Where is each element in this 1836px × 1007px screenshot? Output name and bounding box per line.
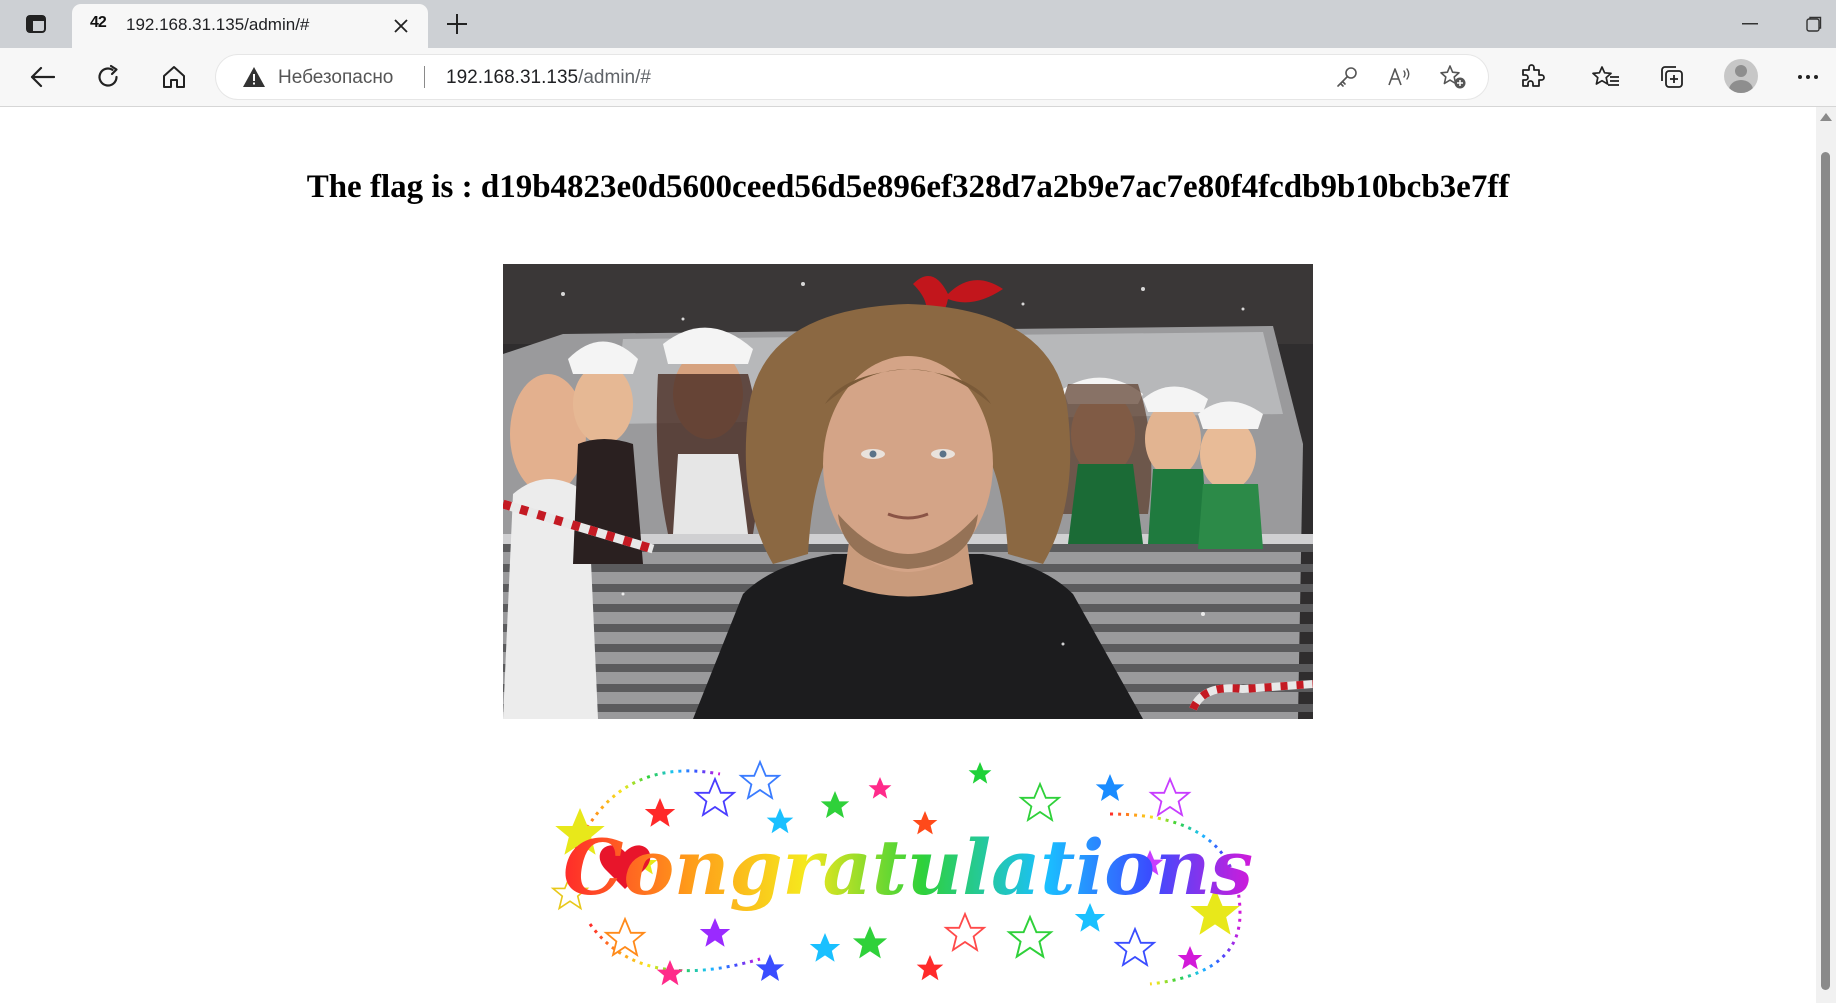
extensions-button[interactable] (1510, 55, 1554, 99)
address-separator (424, 66, 425, 88)
read-aloud-button[interactable] (1383, 60, 1417, 94)
new-tab-button[interactable] (440, 8, 474, 40)
tab-close-button[interactable] (386, 11, 416, 41)
security-label[interactable]: Небезопасно (278, 67, 393, 89)
home-icon (163, 66, 185, 88)
password-button[interactable] (1330, 60, 1364, 94)
back-button[interactable] (20, 55, 64, 99)
minimize-icon (1742, 23, 1758, 25)
browser-toolbar: Небезопасно 192.168.31.135/admin/# (0, 48, 1836, 107)
congratulations-text: Congratulations (563, 823, 1253, 912)
home-button[interactable] (152, 55, 196, 99)
flag-heading: The flag is : d19b4823e0d5600ceed56d5e89… (306, 169, 1510, 205)
tab-actions-icon (26, 15, 46, 33)
reload-button[interactable] (86, 55, 130, 99)
extensions-icon (1522, 64, 1545, 87)
url-path: /admin/# (578, 67, 651, 88)
tab-actions-button[interactable] (16, 10, 56, 38)
window-maximize-button[interactable] (1796, 10, 1832, 38)
maximize-icon (1806, 16, 1822, 32)
url-host: 192.168.31.135 (446, 67, 579, 88)
key-icon (1337, 67, 1357, 87)
favorite-add-button[interactable] (1436, 60, 1470, 94)
site-favicon: 42 (90, 14, 107, 31)
collections-button[interactable] (1650, 55, 1694, 99)
close-icon (394, 19, 408, 33)
window-minimize-button[interactable] (1732, 10, 1768, 38)
url-text[interactable]: 192.168.31.135/admin/# (446, 67, 651, 89)
plus-icon (447, 14, 467, 34)
favorite-add-icon (1440, 65, 1466, 89)
celebration-gif (503, 264, 1313, 719)
favorites-button[interactable] (1584, 55, 1628, 99)
favorites-icon (1592, 66, 1619, 86)
vertical-scrollbar[interactable] (1816, 107, 1836, 1003)
reload-icon (98, 64, 118, 87)
warning-icon (243, 67, 265, 87)
page-content: The flag is : d19b4823e0d5600ceed56d5e89… (0, 107, 1816, 1003)
tab-strip: 42 192.168.31.135/admin/# (0, 0, 1836, 48)
congratulations-graphic: Congratulations (550, 744, 1266, 1002)
tab-title: 192.168.31.135/admin/# (126, 15, 310, 34)
scrollbar-thumb[interactable] (1821, 152, 1830, 990)
back-arrow-icon (30, 66, 55, 88)
more-icon (1798, 75, 1818, 79)
read-aloud-icon (1388, 68, 1410, 86)
scroll-up-arrow-icon[interactable] (1820, 113, 1832, 121)
active-tab[interactable]: 42 192.168.31.135/admin/# (72, 4, 428, 48)
more-button[interactable] (1786, 55, 1830, 99)
profile-button[interactable] (1724, 59, 1758, 93)
address-bar[interactable]: Небезопасно 192.168.31.135/admin/# (216, 55, 1488, 99)
collections-icon (1661, 66, 1683, 88)
